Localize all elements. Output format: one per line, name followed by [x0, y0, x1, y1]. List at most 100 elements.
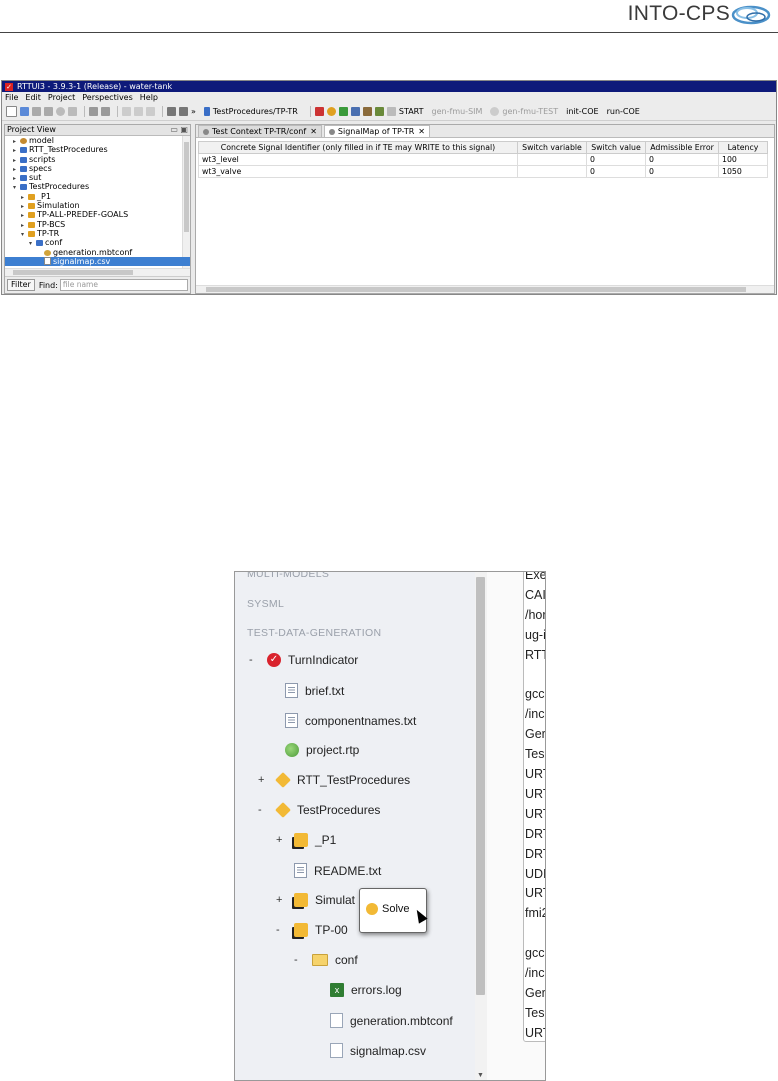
section-multi-models[interactable]: MULTI-MODELS: [247, 572, 329, 580]
tree-item[interactable]: - TestProcedures: [258, 802, 380, 818]
tree-item[interactable]: ▾ conf: [5, 238, 190, 247]
tree-item[interactable]: generation.mbtconf: [312, 1013, 453, 1028]
column-header[interactable]: Switch variable: [517, 141, 587, 154]
table-cell[interactable]: [517, 153, 587, 166]
expand-icon[interactable]: +: [258, 774, 268, 786]
menu-help[interactable]: Help: [140, 93, 158, 102]
tree-item[interactable]: signalmap.csv: [5, 256, 190, 267]
replay-icon[interactable]: [350, 107, 360, 116]
table-cell[interactable]: wt3_valve: [198, 165, 518, 178]
report-icon[interactable]: [374, 107, 384, 116]
tree-item[interactable]: ▸ model: [5, 136, 190, 145]
table-cell[interactable]: 0: [586, 165, 646, 178]
tree-item[interactable]: + _P1: [276, 833, 336, 847]
tree-item[interactable]: x errors.log: [312, 983, 402, 997]
expand-icon[interactable]: +: [276, 894, 286, 906]
menu-perspectives[interactable]: Perspectives: [82, 93, 133, 102]
save-icon[interactable]: [32, 107, 41, 116]
tree-item[interactable]: ▸ Simulation: [5, 201, 190, 210]
column-header[interactable]: Switch value: [586, 141, 646, 154]
tree-item[interactable]: ▸ sut: [5, 173, 190, 182]
filter-button[interactable]: Filter: [7, 279, 35, 291]
tree-item[interactable]: - TP-00: [276, 923, 348, 937]
save-all-icon[interactable]: [44, 107, 53, 116]
sidebar-scrollbar[interactable]: ▼: [475, 572, 487, 1080]
gear-icon[interactable]: [326, 107, 336, 116]
tree-item[interactable]: ▸ _P1: [5, 192, 190, 201]
doc-gen-icon[interactable]: [362, 107, 372, 116]
tree-item[interactable]: ▾ TestProcedures: [5, 182, 190, 191]
column-header[interactable]: Admissible Error: [645, 141, 719, 154]
clean-icon[interactable]: [386, 107, 396, 116]
tree-item[interactable]: ▸ TP-BCS: [5, 220, 190, 229]
table-cell[interactable]: [517, 165, 587, 178]
tree-item[interactable]: + RTT_TestProcedures: [258, 772, 410, 788]
nav-forward-icon[interactable]: [179, 107, 188, 116]
table-cell[interactable]: 0: [645, 153, 719, 166]
tree-item[interactable]: ▸ RTT_TestProcedures: [5, 145, 190, 154]
paste-icon[interactable]: [146, 107, 155, 116]
find-input[interactable]: file name: [59, 279, 188, 291]
init-coe-button[interactable]: init-COE: [566, 107, 598, 116]
open-project-icon[interactable]: [20, 107, 29, 116]
table-cell[interactable]: 0: [645, 165, 719, 178]
collapse-icon[interactable]: -: [294, 954, 304, 966]
editor-horizontal-scrollbar[interactable]: [196, 285, 774, 293]
column-header[interactable]: Concrete Signal Identifier (only filled …: [198, 141, 518, 154]
overflow-chevron-icon[interactable]: »: [191, 107, 196, 116]
tree-item[interactable]: ▾ TP-TR: [5, 229, 190, 238]
redo-icon[interactable]: [101, 107, 110, 116]
nav-back-icon[interactable]: [167, 107, 176, 116]
undo-icon[interactable]: [89, 107, 98, 116]
menu-file[interactable]: File: [5, 93, 18, 102]
tree-horizontal-scrollbar[interactable]: [5, 268, 190, 276]
menu-project[interactable]: Project: [48, 93, 75, 102]
tree-item[interactable]: generation.mbtconf: [5, 248, 190, 257]
copy-icon[interactable]: [134, 107, 143, 116]
gen-fmu-test-button[interactable]: gen-fmu-TEST: [502, 107, 558, 116]
table-cell[interactable]: 100: [718, 153, 768, 166]
expand-icon[interactable]: +: [276, 834, 286, 846]
new-file-icon[interactable]: [6, 106, 17, 117]
procedure-selector[interactable]: TestProcedures/TP-TR: [213, 107, 298, 116]
menu-edit[interactable]: Edit: [25, 93, 41, 102]
hammer-icon[interactable]: [314, 107, 324, 116]
context-menu-item-solve[interactable]: Solve: [366, 903, 410, 915]
close-icon[interactable]: ✕: [418, 127, 425, 136]
tree-item[interactable]: - conf: [294, 953, 358, 967]
refresh-icon[interactable]: [56, 107, 65, 116]
tree-item[interactable]: componentnames.txt: [267, 713, 416, 728]
table-row[interactable]: wt3_valve 0 0 1050: [198, 165, 768, 178]
scroll-down-icon[interactable]: ▼: [477, 1072, 484, 1079]
tree-item[interactable]: ▸ specs: [5, 164, 190, 173]
tab-signal-map[interactable]: SignalMap of TP-TR ✕: [323, 125, 430, 137]
run-icon[interactable]: [338, 107, 348, 116]
section-sysml[interactable]: SYSML: [247, 598, 284, 610]
scrollbar-thumb[interactable]: [476, 577, 485, 995]
tree-item[interactable]: project.rtp: [267, 743, 359, 757]
print-icon[interactable]: [68, 107, 77, 116]
table-row[interactable]: wt3_level 0 0 100: [198, 153, 768, 166]
tree-item[interactable]: + Simulat: [276, 893, 355, 907]
minimize-maximize-icon[interactable]: ▭ ▣: [170, 125, 188, 135]
column-header[interactable]: Latency: [718, 141, 768, 154]
collapse-icon[interactable]: -: [276, 924, 286, 936]
start-button[interactable]: START: [399, 107, 424, 116]
table-cell[interactable]: wt3_level: [198, 153, 518, 166]
close-icon[interactable]: ✕: [310, 127, 317, 136]
gen-fmu-sim-button[interactable]: gen-fmu-SIM: [432, 107, 483, 116]
tree-item[interactable]: - ✓ TurnIndicator: [249, 653, 358, 667]
tree-item[interactable]: README.txt: [276, 863, 381, 878]
tree-item[interactable]: signalmap.csv: [312, 1043, 426, 1058]
table-cell[interactable]: 1050: [718, 165, 768, 178]
run-coe-button[interactable]: run-COE: [607, 107, 640, 116]
tree-item[interactable]: brief.txt: [267, 683, 344, 698]
cut-icon[interactable]: [122, 107, 131, 116]
section-test-data-generation[interactable]: TEST-DATA-GENERATION: [247, 627, 381, 639]
collapse-icon[interactable]: -: [258, 804, 268, 816]
tree-item[interactable]: ▸ TP-ALL-PREDEF-GOALS: [5, 210, 190, 219]
collapse-icon[interactable]: -: [249, 654, 259, 666]
tree-item[interactable]: ▸ scripts: [5, 155, 190, 164]
table-cell[interactable]: 0: [586, 153, 646, 166]
tab-test-context[interactable]: Test Context TP-TR/conf ✕: [198, 125, 322, 137]
